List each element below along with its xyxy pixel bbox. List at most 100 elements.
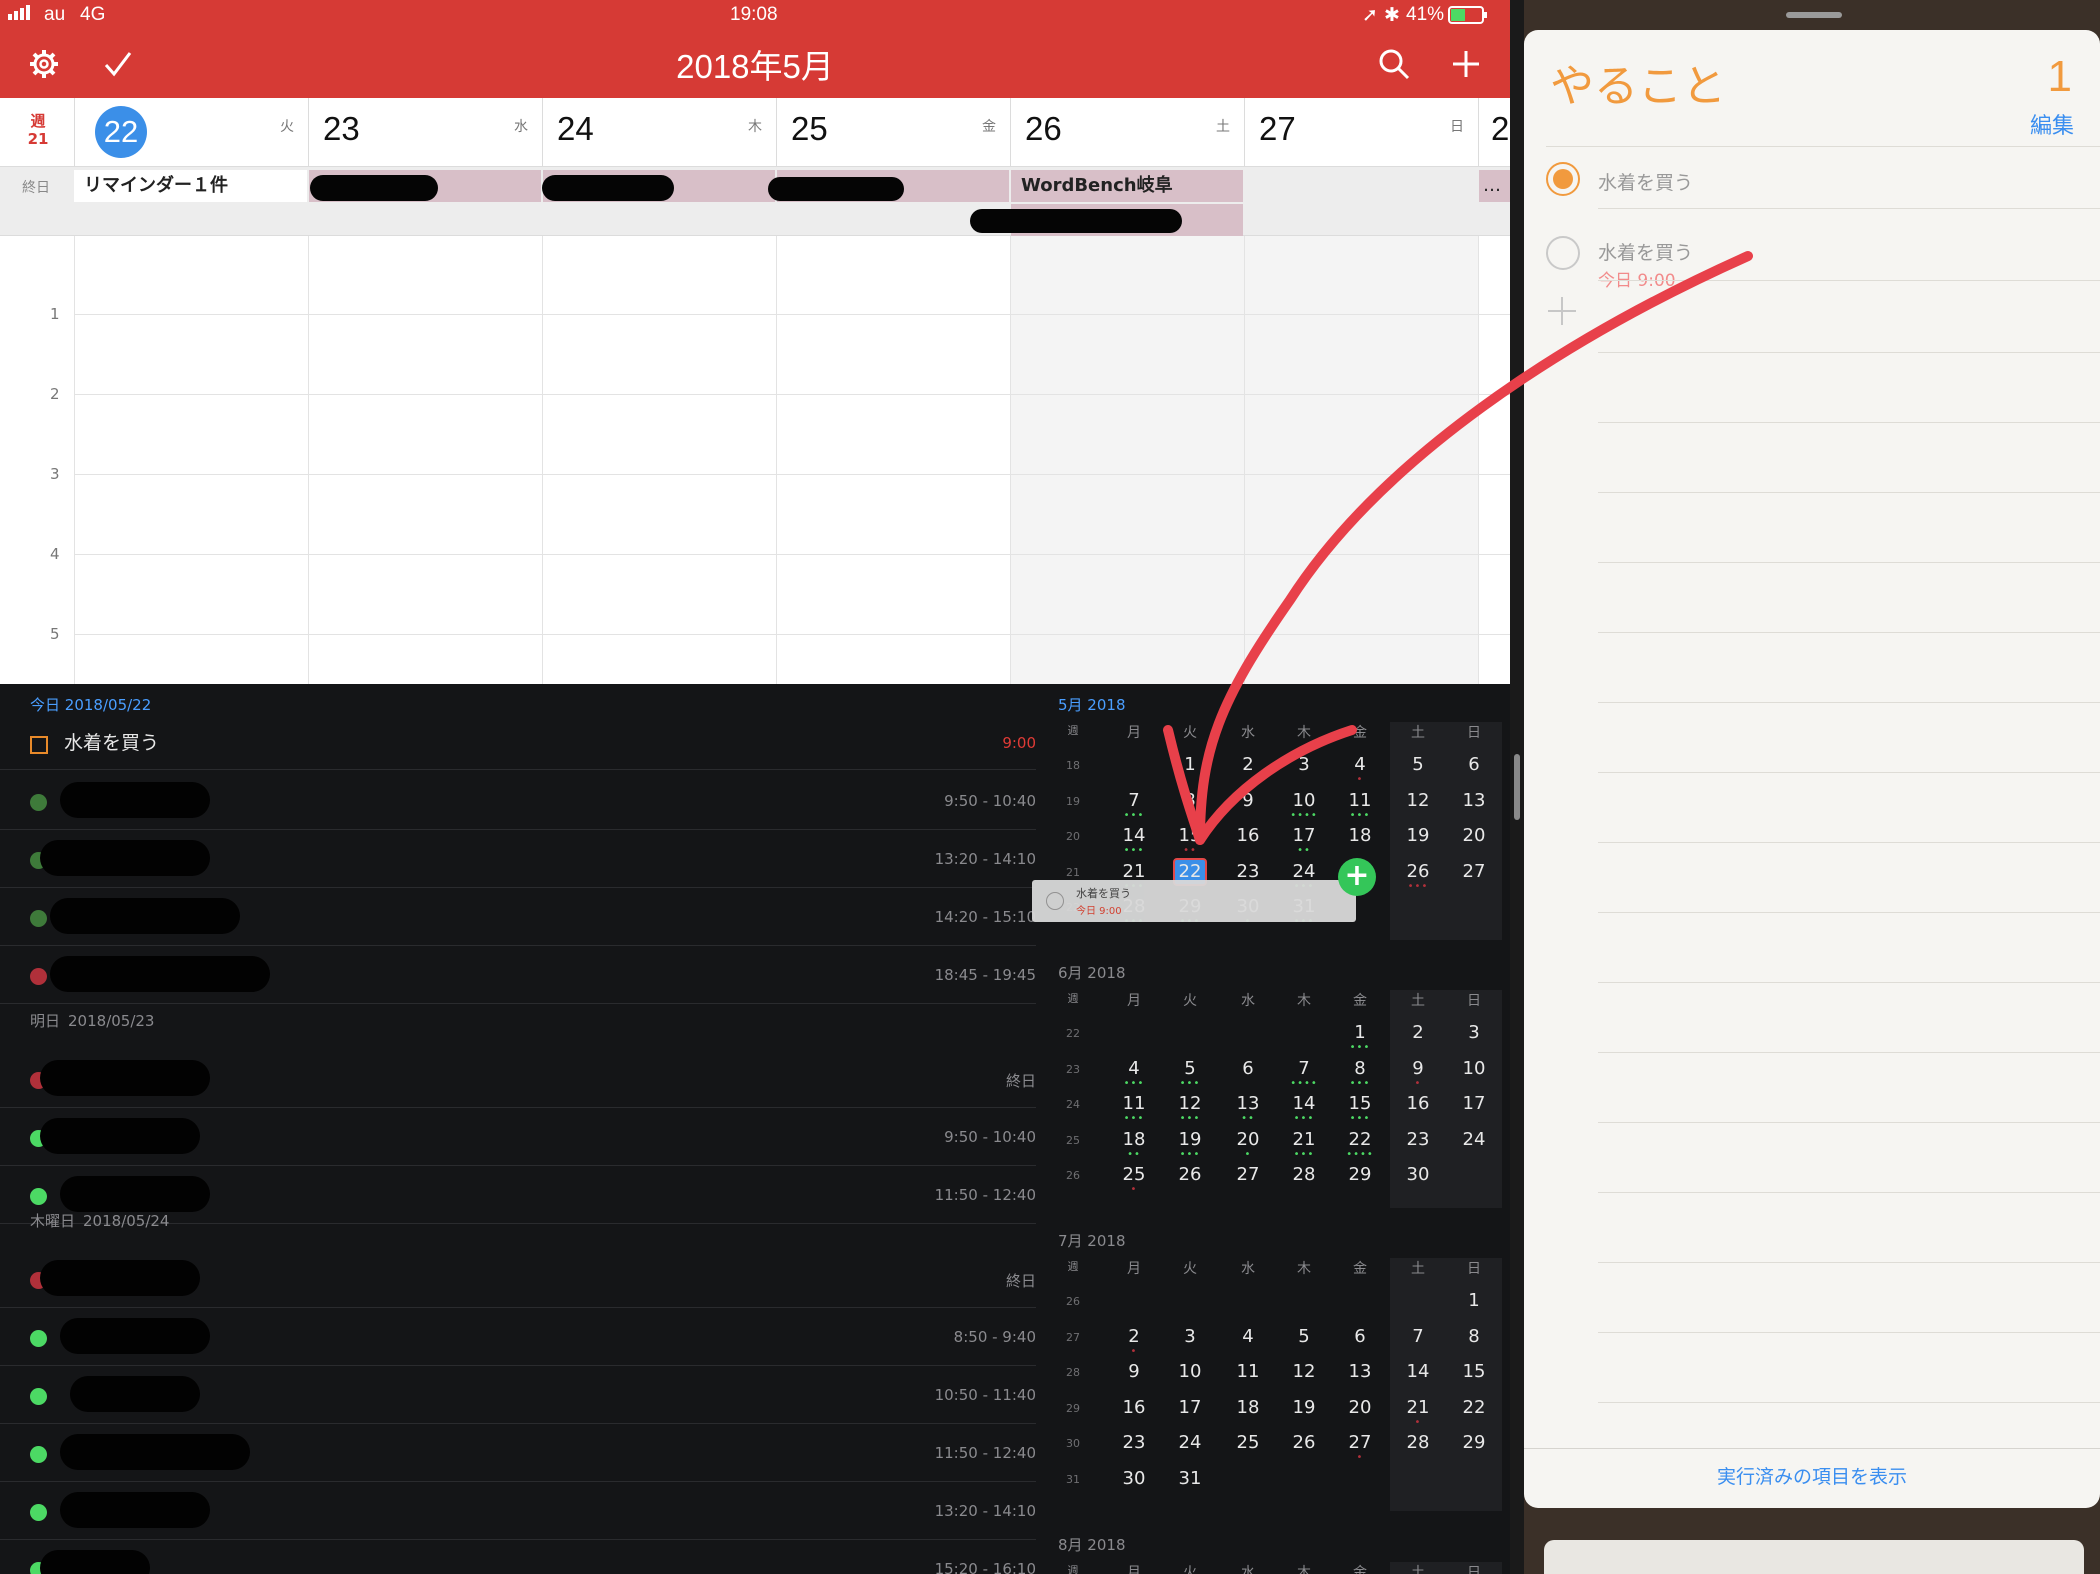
mini-day[interactable]: 5 [1170,1058,1210,1079]
day-header[interactable]: 26 土 [1010,98,1244,166]
mini-day[interactable]: 26 [1170,1164,1210,1185]
mini-day[interactable]: 10 [1284,790,1324,811]
mini-day[interactable]: 4 [1114,1058,1154,1079]
mini-day[interactable]: 9 [1114,1361,1154,1382]
mini-day[interactable]: 3 [1454,1022,1494,1043]
mini-day[interactable]: 30 [1398,1164,1438,1185]
mini-day[interactable]: 8 [1454,1326,1494,1347]
mini-day[interactable]: 22 [1454,1397,1494,1418]
mini-day[interactable]: 26 [1398,861,1438,882]
mini-day[interactable]: 7 [1398,1326,1438,1347]
mini-day[interactable]: 12 [1398,790,1438,811]
event-row[interactable]: 14:20 - 15:10 [0,888,1036,946]
mini-day[interactable]: 16 [1114,1397,1154,1418]
mini-day[interactable]: 17 [1284,825,1324,846]
mini-day[interactable]: 6 [1228,1058,1268,1079]
mini-day[interactable]: 12 [1284,1361,1324,1382]
mini-day[interactable]: 18 [1228,1397,1268,1418]
mini-day-today[interactable]: 22 [1170,861,1210,882]
day-header[interactable]: 22 火 [74,98,308,166]
split-handle[interactable] [1514,754,1520,820]
mini-day[interactable]: 19 [1284,1397,1324,1418]
mini-day[interactable]: 18 [1114,1129,1154,1150]
dragged-reminder-card[interactable]: 水着を買う 今日 9:00 [1032,880,1356,922]
mini-day[interactable]: 16 [1398,1093,1438,1114]
mini-day[interactable]: 12 [1170,1093,1210,1114]
mini-day[interactable]: 23 [1114,1432,1154,1453]
event-row[interactable]: 18:45 - 19:45 [0,946,1036,1004]
mini-day[interactable]: 27 [1228,1164,1268,1185]
mini-day[interactable]: 22 [1340,1129,1380,1150]
mini-day[interactable]: 7 [1114,790,1154,811]
mini-day[interactable]: 24 [1170,1432,1210,1453]
add-reminder-icon[interactable] [1546,294,1578,334]
event-row[interactable]: 13:20 - 14:10 [0,1482,1036,1540]
mini-day[interactable]: 3 [1170,1326,1210,1347]
task-row[interactable]: 水着を買う 9:00 [0,714,1036,770]
reminder-text[interactable]: 水着を買う [1598,238,1693,265]
event-row[interactable]: 13:20 - 14:10 [0,830,1036,888]
event-row[interactable]: 15:20 - 16:10 [0,1540,1036,1574]
mini-day[interactable]: 6 [1454,754,1494,775]
mini-day[interactable]: 10 [1454,1058,1494,1079]
event-row[interactable]: 8:50 - 9:40 [0,1308,1036,1366]
event-row[interactable]: 終日 [0,1250,1036,1308]
mini-day[interactable]: 15 [1170,825,1210,846]
mini-day[interactable]: 29 [1454,1432,1494,1453]
mini-day[interactable]: 23 [1398,1129,1438,1150]
mini-day[interactable]: 14 [1114,825,1154,846]
mini-day[interactable]: 20 [1340,1397,1380,1418]
allday-event-more[interactable]: … [1479,170,1510,202]
mini-day[interactable]: 15 [1454,1361,1494,1382]
day-header[interactable]: 25 金 [776,98,1010,166]
mini-day[interactable]: 17 [1454,1093,1494,1114]
mini-day[interactable]: 18 [1340,825,1380,846]
mini-day[interactable]: 13 [1228,1093,1268,1114]
mini-day[interactable]: 3 [1284,754,1324,775]
mini-day[interactable]: 31 [1170,1468,1210,1489]
mini-day[interactable]: 14 [1398,1361,1438,1382]
mini-day[interactable]: 14 [1284,1093,1324,1114]
event-row[interactable]: 10:50 - 11:40 [0,1366,1036,1424]
time-grid[interactable]: 1 2 3 4 5 [0,236,1510,684]
mini-day[interactable]: 21 [1284,1129,1324,1150]
mini-day[interactable]: 13 [1454,790,1494,811]
mini-day[interactable]: 11 [1340,790,1380,811]
mini-day[interactable]: 5 [1284,1326,1324,1347]
task-checkbox[interactable] [30,736,48,754]
mini-day[interactable]: 28 [1284,1164,1324,1185]
mini-day[interactable]: 4 [1228,1326,1268,1347]
event-row[interactable]: 11:50 - 12:40 [0,1424,1036,1482]
mini-day[interactable]: 1 [1340,1022,1380,1043]
mini-day[interactable]: 9 [1228,790,1268,811]
reminder-radio-checked[interactable] [1546,162,1580,196]
mini-day[interactable]: 27 [1340,1432,1380,1453]
mini-day[interactable]: 10 [1170,1361,1210,1382]
add-event-icon[interactable] [1446,44,1486,84]
mini-day[interactable]: 24 [1284,861,1324,882]
stacked-lists[interactable] [1544,1540,2084,1574]
mini-day[interactable]: 2 [1114,1326,1154,1347]
event-row[interactable]: 9:50 - 10:40 [0,1108,1036,1166]
mini-day[interactable]: 11 [1228,1361,1268,1382]
mini-day[interactable]: 20 [1228,1129,1268,1150]
mini-day[interactable]: 6 [1340,1326,1380,1347]
mini-day[interactable]: 13 [1340,1361,1380,1382]
mini-day[interactable]: 21 [1398,1397,1438,1418]
mini-day[interactable]: 7 [1284,1058,1324,1079]
mini-day[interactable]: 25 [1228,1432,1268,1453]
mini-day[interactable]: 21 [1114,861,1154,882]
slideover-grabber[interactable] [1786,12,1842,18]
mini-day[interactable]: 28 [1398,1432,1438,1453]
mini-day[interactable]: 9 [1398,1058,1438,1079]
mini-day[interactable]: 2 [1228,754,1268,775]
mini-day[interactable]: 8 [1340,1058,1380,1079]
mini-day[interactable]: 23 [1228,861,1268,882]
mini-day[interactable]: 19 [1170,1129,1210,1150]
mini-day[interactable]: 8 [1170,790,1210,811]
event-row[interactable]: 9:50 - 10:40 [0,772,1036,830]
show-completed-button[interactable]: 実行済みの項目を表示 [1524,1462,2100,1489]
mini-day[interactable]: 1 [1454,1290,1494,1311]
mini-day[interactable]: 5 [1398,754,1438,775]
event-row[interactable]: 終日 [0,1050,1036,1108]
